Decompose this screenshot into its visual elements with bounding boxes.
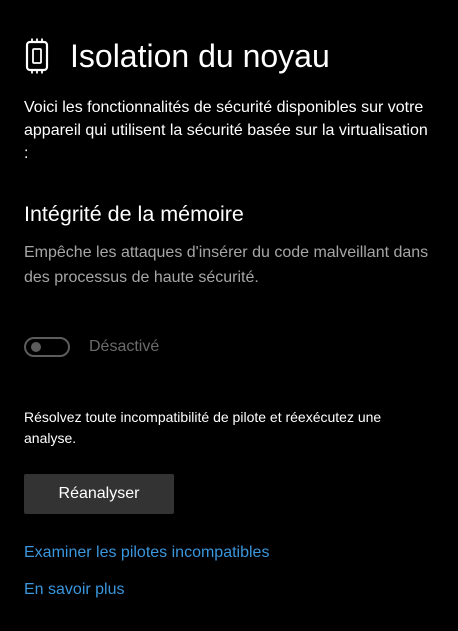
memory-integrity-title: Intégrité de la mémoire bbox=[24, 202, 244, 226]
learn-more-link[interactable]: En savoir plus bbox=[24, 579, 125, 601]
review-incompatible-drivers-link[interactable]: Examiner les pilotes incompatibles bbox=[24, 542, 269, 564]
toggle-knob bbox=[31, 342, 41, 352]
core-isolation-page: Isolation du noyau Voici les fonctionnal… bbox=[0, 0, 458, 631]
intro-text: Voici les fonctionnalités de sécurité di… bbox=[24, 99, 428, 162]
memory-integrity-description: Empêche les attaques d'insérer du code m… bbox=[24, 244, 429, 286]
page-title: Isolation du noyau bbox=[70, 38, 330, 74]
driver-incompatibility-note: Résolvez toute incompatibilité de pilote… bbox=[24, 409, 382, 446]
memory-integrity-toggle[interactable] bbox=[24, 337, 70, 357]
page-header: Isolation du noyau bbox=[24, 36, 330, 76]
toggle-state-label: Désactivé bbox=[89, 338, 160, 355]
memory-integrity-toggle-row: Désactivé bbox=[24, 335, 159, 359]
rescan-button[interactable]: Réanalyser bbox=[24, 474, 174, 514]
core-isolation-chip-icon bbox=[25, 38, 49, 74]
